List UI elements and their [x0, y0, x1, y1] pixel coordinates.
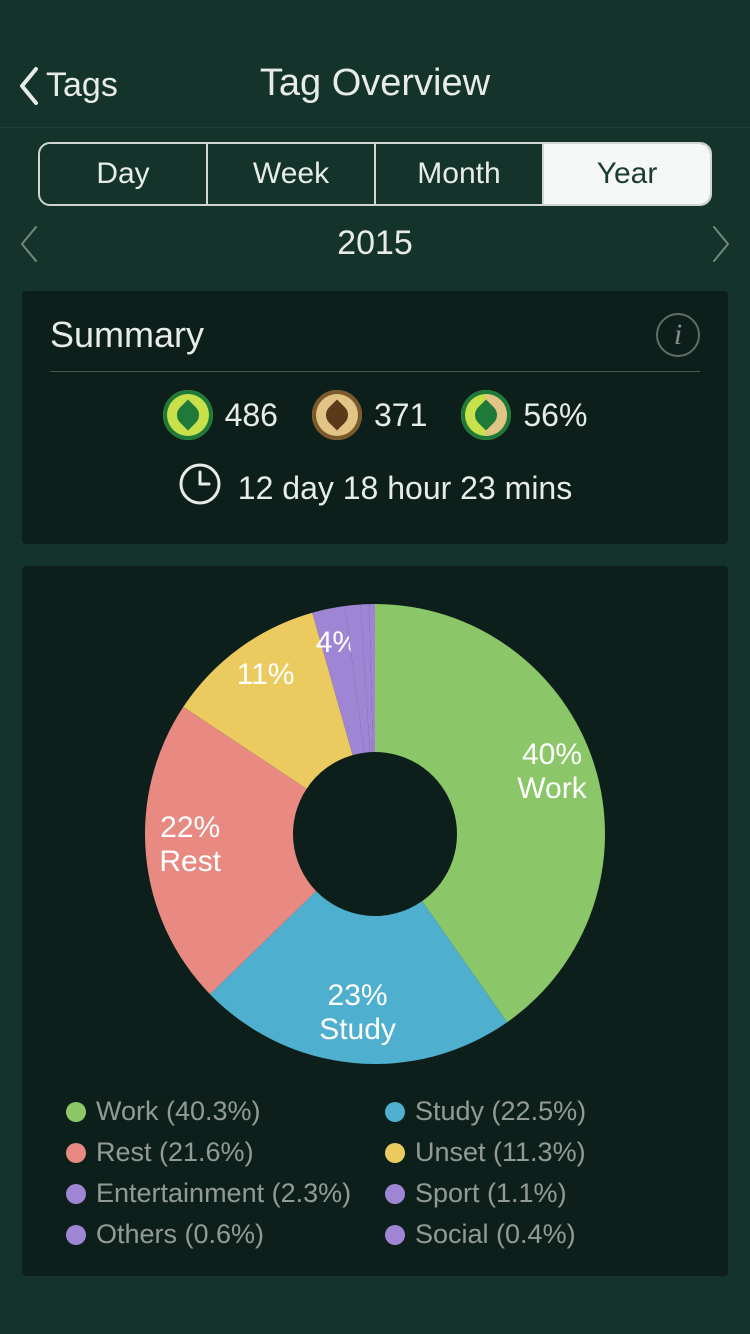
tree-dead-icon	[312, 390, 362, 440]
chart-card: 40%Work23%Study22%Rest11%4% Work (40.3%)…	[22, 566, 728, 1276]
legend-label: Entertainment (2.3%)	[96, 1178, 351, 1209]
tree-half-icon	[461, 390, 511, 440]
stat-rate: 56%	[461, 390, 587, 440]
legend-item-entertainment: Entertainment (2.3%)	[66, 1178, 365, 1209]
legend-swatch	[66, 1102, 86, 1122]
legend-item-unset: Unset (11.3%)	[385, 1137, 684, 1168]
stat-fail-value: 371	[374, 397, 427, 434]
legend-swatch	[66, 1184, 86, 1204]
slice-label-unset: 11%	[237, 658, 295, 691]
back-label: Tags	[46, 66, 118, 105]
period-label: 2015	[337, 224, 413, 263]
segment-day[interactable]: Day	[40, 144, 208, 204]
legend-label: Rest (21.6%)	[96, 1137, 254, 1168]
stat-success-value: 486	[225, 397, 278, 434]
legend-swatch	[385, 1184, 405, 1204]
back-button[interactable]: Tags	[18, 66, 118, 105]
segment-year[interactable]: Year	[544, 144, 710, 204]
prev-period-button[interactable]	[18, 225, 40, 263]
legend-label: Social (0.4%)	[415, 1219, 576, 1250]
legend-label: Others (0.6%)	[96, 1219, 264, 1250]
legend-swatch	[385, 1102, 405, 1122]
slice-label-rest: 22%Rest	[159, 811, 221, 878]
summary-title: Summary	[50, 314, 204, 356]
period-segmented-control: DayWeekMonthYear	[0, 128, 750, 206]
clock-icon	[178, 462, 222, 514]
legend-swatch	[66, 1225, 86, 1245]
chart-legend: Work (40.3%) Study (22.5%) Rest (21.6%) Uns…	[50, 1096, 700, 1250]
stat-fail: 371	[312, 390, 427, 440]
legend-item-rest: Rest (21.6%)	[66, 1137, 365, 1168]
legend-label: Study (22.5%)	[415, 1096, 586, 1127]
legend-item-study: Study (22.5%)	[385, 1096, 684, 1127]
donut-chart: 40%Work23%Study22%Rest11%4%	[133, 592, 617, 1076]
legend-swatch	[385, 1143, 405, 1163]
legend-label: Unset (11.3%)	[415, 1137, 586, 1168]
legend-item-others: Others (0.6%)	[66, 1219, 365, 1250]
total-time-value: 12 day 18 hour 23 mins	[238, 470, 572, 507]
stat-rate-value: 56%	[523, 397, 587, 434]
slice-label-work: 40%Work	[517, 738, 587, 805]
summary-card: Summary i 486 371 56%	[22, 291, 728, 544]
next-period-button[interactable]	[710, 225, 732, 263]
total-time: 12 day 18 hour 23 mins	[50, 462, 700, 514]
chevron-left-icon	[18, 67, 40, 105]
period-selector: 2015	[0, 206, 750, 285]
legend-item-sport: Sport (1.1%)	[385, 1178, 684, 1209]
segment-month[interactable]: Month	[376, 144, 544, 204]
legend-item-social: Social (0.4%)	[385, 1219, 684, 1250]
legend-label: Work (40.3%)	[96, 1096, 261, 1127]
slice-label-study: 23%Study	[319, 979, 396, 1046]
legend-item-work: Work (40.3%)	[66, 1096, 365, 1127]
legend-label: Sport (1.1%)	[415, 1178, 567, 1209]
tree-alive-icon	[163, 390, 213, 440]
header: Tags Tag Overview	[0, 0, 750, 128]
info-icon[interactable]: i	[656, 313, 700, 357]
segment-week[interactable]: Week	[208, 144, 376, 204]
legend-swatch	[385, 1225, 405, 1245]
legend-swatch	[66, 1143, 86, 1163]
stat-success: 486	[163, 390, 278, 440]
